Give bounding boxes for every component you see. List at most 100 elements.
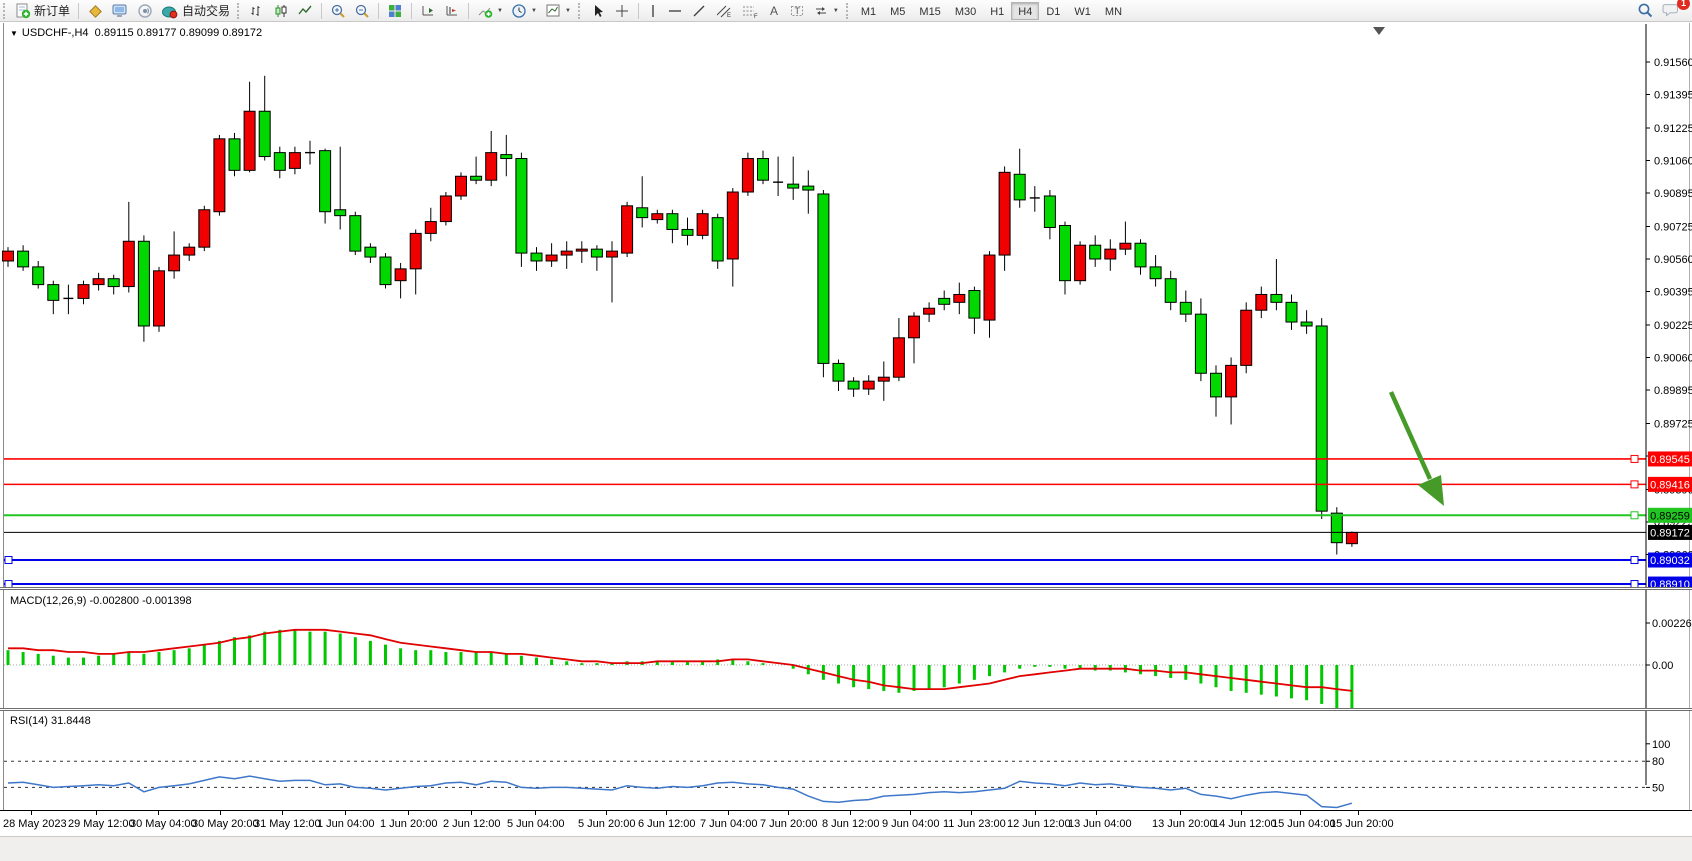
candlestick <box>18 251 29 267</box>
zoom-in-button[interactable] <box>326 1 350 21</box>
timeframe-button-d1[interactable]: D1 <box>1039 2 1067 20</box>
toolbar-grip[interactable] <box>846 3 851 19</box>
candlestick <box>833 363 844 381</box>
time-axis[interactable]: 28 May 202329 May 12:0030 May 04:0030 Ma… <box>0 810 1692 836</box>
mt4-application: 新订单 自动交易 <box>0 0 1692 838</box>
zoom-out-icon <box>354 3 370 19</box>
fibonacci-tool-button[interactable]: F <box>737 1 763 21</box>
candlestick <box>969 291 980 319</box>
horizontal-line-object[interactable] <box>4 455 1646 462</box>
macd-signal-line <box>8 630 1352 691</box>
timeframe-button-m30[interactable]: M30 <box>948 2 983 20</box>
price-tick-label: 0.90395 <box>1654 287 1692 299</box>
price-tick-label: 0.91225 <box>1654 123 1692 135</box>
trendline-icon <box>691 3 707 19</box>
arrows-icon <box>813 3 829 19</box>
notifications-button[interactable]: 1 <box>1658 1 1684 21</box>
crosshair-icon <box>614 3 630 19</box>
horizontal-line-object[interactable] <box>4 512 1646 519</box>
cursor-tool-button[interactable] <box>586 1 610 21</box>
rsi-scale-label: 100 <box>1652 739 1670 751</box>
auto-scroll-button[interactable] <box>416 1 440 21</box>
timeframe-button-h1[interactable]: H1 <box>983 2 1011 20</box>
marketplace-button[interactable] <box>83 1 107 21</box>
candlestick <box>1195 314 1206 373</box>
macd-histogram <box>8 630 1352 709</box>
time-tick <box>910 811 911 815</box>
price-tick-label: 0.90560 <box>1654 254 1692 266</box>
timeframe-button-mn[interactable]: MN <box>1098 2 1129 20</box>
arrows-tool-button[interactable]: ▼ <box>809 1 843 21</box>
candlestick-mode-button[interactable] <box>269 1 293 21</box>
timeframe-button-w1[interactable]: W1 <box>1067 2 1098 20</box>
line-chart-mode-button[interactable] <box>293 1 317 21</box>
time-tick <box>788 811 789 815</box>
price-tick-label: 0.91395 <box>1654 90 1692 102</box>
horizontal-line-object[interactable] <box>4 557 1646 564</box>
candlestick <box>320 151 331 212</box>
timeframe-button-m1[interactable]: M1 <box>854 2 883 20</box>
text-tool-icon: A <box>767 3 781 19</box>
macd-panel[interactable]: 0.0022660.00-0.003041 <box>0 590 1692 709</box>
toolbar-grip[interactable] <box>237 3 242 19</box>
candlestick <box>486 153 497 181</box>
horizontal-line-tool-button[interactable] <box>663 1 687 21</box>
autotrading-button[interactable]: 自动交易 <box>157 1 234 21</box>
timeframe-button-m5[interactable]: M5 <box>883 2 912 20</box>
text-label-tool-button[interactable]: T <box>785 1 809 21</box>
equidistant-channel-tool-button[interactable]: E <box>711 1 737 21</box>
candlestick <box>410 233 421 268</box>
indicators-icon <box>477 3 493 19</box>
search-button[interactable] <box>1633 1 1658 21</box>
chart-shift-marker[interactable] <box>1373 27 1385 35</box>
down-arrow-annotation[interactable] <box>1391 392 1444 506</box>
candlestick <box>289 153 300 169</box>
signals-button[interactable] <box>133 1 157 21</box>
indicators-button[interactable]: ▼ <box>473 1 507 21</box>
time-tick <box>345 811 346 815</box>
candlestick <box>1120 243 1131 249</box>
candlestick <box>1241 310 1252 365</box>
templates-button[interactable]: ▼ <box>541 1 575 21</box>
rsi-panel[interactable]: 1008050150 <box>0 711 1692 809</box>
zoom-out-button[interactable] <box>350 1 374 21</box>
candlestick <box>1226 365 1237 397</box>
horizontal-line-object[interactable] <box>4 481 1646 488</box>
candlestick <box>501 155 512 159</box>
candlestick <box>395 269 406 281</box>
vertical-line-tool-button[interactable] <box>643 1 663 21</box>
time-tick <box>535 811 536 815</box>
candlestick <box>878 377 889 381</box>
time-axis-label: 9 Jun 04:00 <box>882 818 940 830</box>
trendline-tool-button[interactable] <box>687 1 711 21</box>
metaeditor-button[interactable] <box>107 1 133 21</box>
dropdown-caret-icon: ▼ <box>565 8 571 14</box>
time-axis-label: 5 Jun 20:00 <box>578 818 636 830</box>
timeframe-button-h4[interactable]: H4 <box>1011 2 1039 20</box>
candlestick-series <box>3 76 1358 555</box>
crosshair-tool-button[interactable] <box>610 1 634 21</box>
candlestick <box>1211 373 1222 397</box>
cursor-icon <box>590 3 606 19</box>
tile-windows-button[interactable] <box>383 1 407 21</box>
candlestick <box>1316 326 1327 511</box>
rsi-scale-label: 50 <box>1652 782 1664 794</box>
window-bottom-strip <box>0 836 1692 861</box>
timeframe-button-m15[interactable]: M15 <box>912 2 947 20</box>
chart-shift-button[interactable] <box>440 1 464 21</box>
candlestick <box>350 216 361 251</box>
time-tick <box>1300 811 1301 815</box>
toolbar-grip[interactable] <box>578 3 583 19</box>
candlestick <box>893 338 904 377</box>
new-order-button[interactable]: 新订单 <box>11 1 74 21</box>
toolbar-grip[interactable] <box>3 3 8 19</box>
candlestick <box>697 214 708 236</box>
macd-scale-label: 0.002266 <box>1652 618 1692 630</box>
text-tool-button[interactable]: A <box>763 1 785 21</box>
candlestick <box>727 192 738 259</box>
svg-text:0.89545: 0.89545 <box>1650 454 1690 466</box>
periods-button[interactable]: ▼ <box>507 1 541 21</box>
bar-chart-mode-button[interactable] <box>245 1 269 21</box>
candlestick <box>516 159 527 254</box>
price-chart-panel[interactable]: 0.915600.913950.912250.910600.908950.907… <box>0 24 1692 590</box>
